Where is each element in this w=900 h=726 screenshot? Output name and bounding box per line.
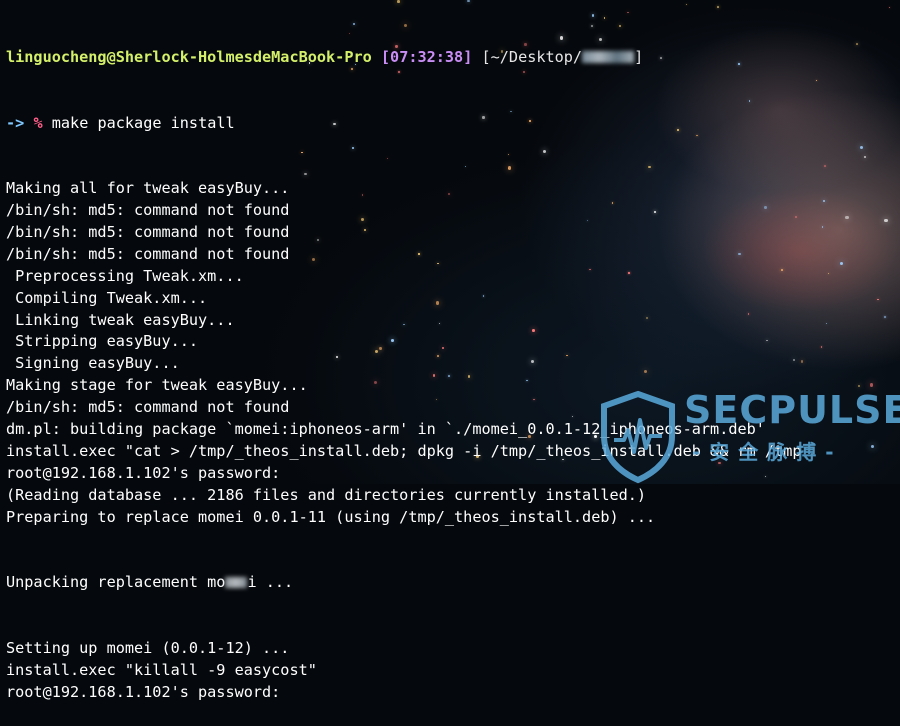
prompt-time: [07:32:38] [380,47,473,66]
output-line-6: Linking tweak easyBuy... [6,310,235,329]
command-text: make package install [51,113,235,132]
output-line-2: /bin/sh: md5: command not found [6,223,290,241]
output-line-3: /bin/sh: md5: command not found [6,244,290,263]
unpacking-suffix: i ... [247,573,294,592]
watermark-subtitle: -安全脉搏- [692,440,843,464]
output-line-after-1: install.exec "killall -9 easycost" [6,660,317,679]
output-line-5: Compiling Tweak.xm... [6,288,208,307]
output-line-after-2: root@192.168.1.102's password: [6,682,281,701]
user-host: linguocheng@Sherlock-HolmesdeMacBook-Pro [6,47,372,66]
output-line-7: Stripping easyBuy... [6,332,199,351]
prompt-sign: % [33,113,43,132]
output-line-0: Making all for tweak easyBuy... [6,179,290,198]
star [467,0,470,3]
redacted-path [582,50,635,63]
unpacking-prefix: Unpacking replacement mo [6,573,226,592]
output-lines-after: Setting up momei (0.0.1-12) ... install.e… [6,638,900,704]
redacted-text [225,577,248,589]
output-line-unpacking: Unpacking replacement mo i ... [6,572,900,594]
prompt-arrow: -> [6,113,25,132]
secpulse-watermark: SECPULSE -安全脉搏- [596,388,900,484]
output-line-after-0: Setting up momei (0.0.1-12) ... [6,638,290,657]
output-line-1: /bin/sh: md5: command not found [6,201,290,220]
watermark-title: SECPULSE [684,388,900,432]
output-line-4: Preprocessing Tweak.xm... [6,266,244,285]
cwd-suffix: ] [634,47,644,66]
output-line-14: (Reading database ... 2186 files and dir… [6,485,647,504]
shield-icon [601,390,675,484]
output-line-8: Signing easyBuy... [6,354,180,373]
cwd-prefix: [~/Desktop/ [481,47,583,66]
current-directory: [~/Desktop/] [482,48,644,66]
prompt-header-line: linguocheng@Sherlock-HolmesdeMacBook-Pro… [6,47,900,69]
output-line-15: Preparing to replace momei 0.0.1-11 (usi… [6,507,656,526]
command-line: -> % make package install [6,113,900,135]
